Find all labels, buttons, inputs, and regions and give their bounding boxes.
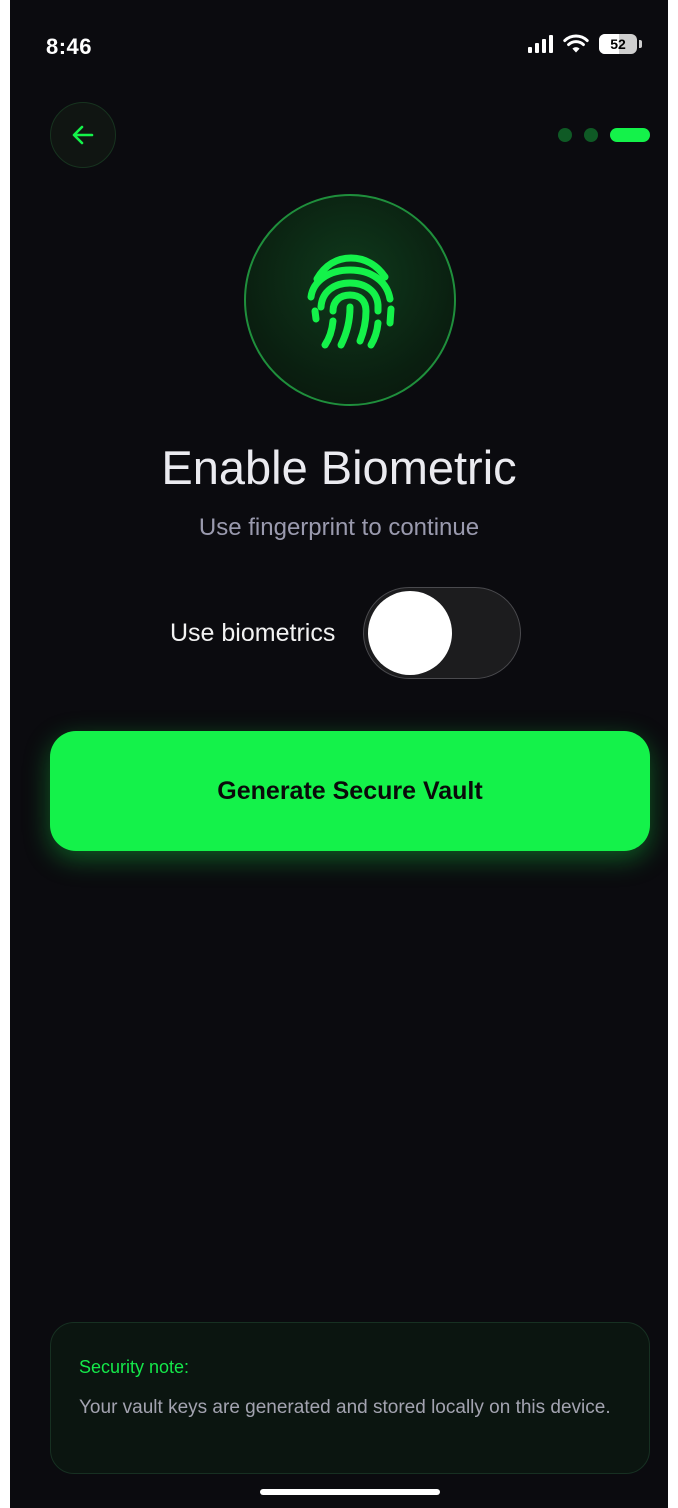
back-button[interactable] — [50, 102, 116, 168]
status-time: 8:46 — [46, 34, 93, 59]
home-indicator[interactable] — [260, 1489, 440, 1495]
page-title: Enable Biometric — [161, 441, 517, 494]
fingerprint-icon — [307, 254, 395, 349]
generate-vault-button[interactable]: Generate Secure Vault — [50, 731, 650, 851]
page-subtitle: Use fingerprint to continue — [198, 514, 480, 541]
step-dot-3-active — [610, 128, 650, 142]
biometrics-toggle-label: Use biometrics — [170, 618, 336, 647]
security-note-card: Security note: Your vault keys are gener… — [50, 1322, 650, 1474]
toggle-knob — [368, 591, 453, 675]
biometrics-toggle-row: Use biometrics — [170, 586, 522, 680]
screen: 8:46 52 Enable Biometric Use fingerprint… — [10, 0, 668, 1508]
arrow-left-icon — [72, 125, 94, 145]
step-indicator — [558, 128, 650, 142]
fingerprint-badge — [244, 194, 456, 406]
battery-level: 52 — [610, 36, 626, 52]
status-icons: 52 — [528, 34, 642, 54]
wifi-icon — [563, 34, 589, 53]
step-dot-2 — [584, 128, 598, 142]
cellular-signal-icon — [528, 35, 553, 53]
step-dot-1 — [558, 128, 572, 142]
biometrics-toggle[interactable] — [363, 587, 522, 679]
security-note-body: Your vault keys are generated and stored… — [79, 1397, 611, 1418]
battery-icon: 52 — [599, 34, 637, 54]
security-note-title: Security note: — [79, 1357, 190, 1377]
